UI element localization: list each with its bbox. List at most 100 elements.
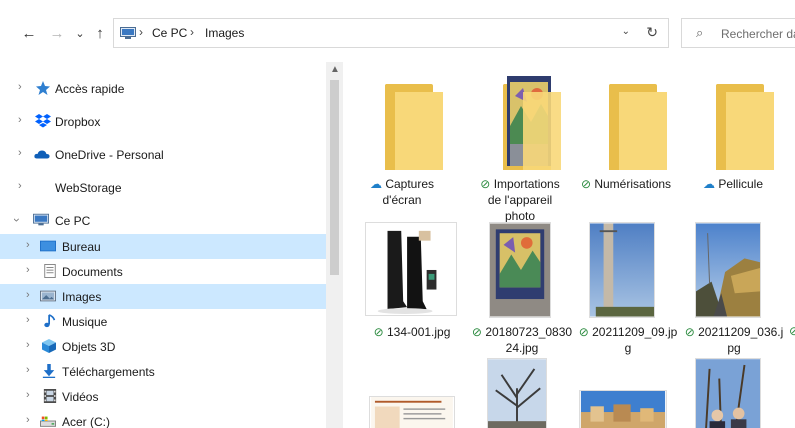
star-icon (36, 81, 50, 95)
sidebar-item-label: Objets 3D (62, 340, 116, 354)
file-name: pg (727, 341, 741, 355)
synced-status-icon: ⊘ (580, 177, 591, 191)
expand-chevron-icon[interactable]: › (18, 147, 22, 159)
file-name: 134-001.jpg (387, 325, 451, 339)
sidebar-item-label: Documents (62, 265, 123, 279)
file-caption: ⊘ 134-001.jpg (363, 324, 461, 340)
sidebar-item-3d-objects[interactable]: › Objets 3D (0, 334, 326, 359)
sidebar-item-this-pc[interactable]: › Ce PC (0, 208, 326, 233)
file-name: 24.jpg (505, 341, 539, 355)
search-box[interactable]: ⌕ Rechercher da (681, 18, 795, 48)
sidebar-item-downloads[interactable]: › Téléchargements (0, 359, 326, 384)
sidebar-item-dropbox[interactable]: › Dropbox (0, 109, 326, 134)
cloud-icon (34, 150, 50, 159)
breadcrumb-images[interactable]: Images (205, 26, 244, 40)
image-file-item[interactable]: ⊘ 134-001.jpg (363, 220, 461, 350)
scrollbar-thumb[interactable] (330, 80, 339, 275)
address-bar[interactable]: › Ce PC › Images ⌄ ↻ (113, 18, 669, 48)
file-caption: ⊘ 20211209_09.jp g (575, 324, 681, 356)
address-history-dropdown[interactable]: ⌄ (622, 26, 630, 37)
expand-chevron-icon[interactable]: › (26, 389, 30, 401)
sidebar-item-label: Accès rapide (55, 82, 125, 96)
expand-chevron-icon[interactable]: › (26, 289, 30, 301)
recent-locations-button[interactable]: ⌄ (70, 23, 90, 43)
folder-with-photo-icon (467, 70, 573, 170)
breadcrumb-this-pc[interactable]: Ce PC (152, 26, 187, 40)
file-name: 20211209_09.jp (592, 325, 678, 339)
image-file-item[interactable]: ⊘ 20211209_036.j pg (681, 220, 787, 360)
expand-chevron-icon[interactable]: › (18, 114, 22, 126)
sidebar-item-images[interactable]: › Images (0, 284, 326, 309)
folder-icon (349, 70, 455, 170)
desktop-icon (40, 240, 56, 252)
image-thumbnail[interactable] (695, 358, 761, 428)
expand-chevron-icon[interactable]: › (18, 180, 22, 192)
chevron-down-icon: ⌄ (75, 27, 85, 40)
expand-chevron-icon[interactable]: › (26, 364, 30, 376)
refresh-icon[interactable]: ↻ (646, 24, 658, 41)
sidebar-item-documents[interactable]: › Documents (0, 259, 326, 284)
navigation-pane: › Accès rapide › Dropbox › OneDrive - Pe… (0, 62, 343, 428)
image-thumbnail (365, 222, 457, 316)
dropbox-icon (35, 114, 51, 128)
file-caption: ⊘ Numérisations (573, 176, 679, 192)
image-thumbnail (589, 222, 655, 318)
file-view: ☁ Captures d'écran ⊘ Importations de l'a… (343, 62, 795, 428)
image-thumbnail[interactable] (579, 390, 667, 428)
collapse-chevron-icon[interactable]: › (10, 218, 24, 222)
scroll-up-icon[interactable]: ▲ (330, 64, 340, 75)
image-file-item[interactable]: ⊘ 20180723_0830 24.jpg (469, 220, 575, 360)
file-name: g (624, 341, 632, 355)
sidebar-item-label: WebStorage (55, 181, 122, 195)
image-file-item[interactable]: ⊘ 20211209_09.jp g (575, 220, 681, 360)
expand-chevron-icon[interactable]: › (26, 264, 30, 276)
image-thumbnail[interactable] (487, 358, 547, 428)
expand-chevron-icon[interactable]: › (26, 314, 30, 326)
sidebar-item-videos[interactable]: › Vidéos (0, 384, 326, 409)
folder-item[interactable]: ☁ Captures d'écran (349, 70, 455, 210)
drive-icon (40, 416, 56, 427)
file-caption: ☁ Pellicule (680, 176, 786, 192)
expand-chevron-icon[interactable]: › (18, 81, 22, 93)
back-arrow-icon: ← (21, 24, 37, 42)
synced-status-icon: ⊘ (373, 325, 384, 339)
sidebar-item-desktop[interactable]: › Bureau (0, 234, 326, 259)
sidebar-item-webstorage[interactable]: › WebStorage (0, 175, 326, 200)
folder-item[interactable]: ⊘ Numérisations (573, 70, 679, 210)
folder-icon (680, 70, 786, 170)
back-button[interactable]: ← (19, 23, 39, 43)
folder-item[interactable]: ⊘ Importations de l'appareil photo (467, 70, 573, 223)
file-name: de l'appareil (487, 193, 553, 207)
download-icon (42, 364, 56, 378)
film-icon (43, 389, 57, 403)
expand-chevron-icon[interactable]: › (26, 339, 30, 351)
image-thumbnail (489, 222, 551, 318)
document-icon (44, 264, 56, 278)
computer-icon (33, 213, 49, 226)
synced-status-icon: ⊘ (480, 177, 491, 191)
forward-button[interactable]: → (47, 23, 67, 43)
up-button[interactable]: ↑ (90, 23, 110, 43)
sidebar-scrollbar[interactable]: ▲ (326, 62, 343, 428)
image-thumbnail (695, 222, 761, 318)
file-name: Captures (385, 177, 435, 191)
breadcrumb-separator: › (190, 25, 194, 39)
image-thumbnail[interactable] (369, 396, 455, 428)
breadcrumb-separator: › (139, 25, 143, 39)
expand-chevron-icon[interactable]: › (26, 414, 30, 426)
sidebar-item-label: Acer (C:) (62, 415, 110, 428)
sidebar-item-onedrive[interactable]: › OneDrive - Personal (0, 142, 326, 167)
file-name: Pellicule (718, 177, 764, 191)
synced-status-icon: ⊘ (684, 325, 695, 339)
folder-icon (573, 70, 679, 170)
sidebar-item-music[interactable]: › Musique (0, 309, 326, 334)
sidebar-item-label: Ce PC (55, 214, 91, 228)
file-caption: ⊘ Importations de l'appareil photo (467, 176, 573, 224)
folder-item[interactable]: ☁ Pellicule (680, 70, 786, 210)
sidebar-item-label: Bureau (62, 240, 101, 254)
sidebar-item-quick-access[interactable]: › Accès rapide (0, 76, 326, 101)
computer-icon (120, 27, 136, 39)
sidebar-item-drive-c[interactable]: › Acer (C:) (0, 409, 326, 428)
expand-chevron-icon[interactable]: › (26, 239, 30, 251)
music-icon (44, 314, 56, 328)
